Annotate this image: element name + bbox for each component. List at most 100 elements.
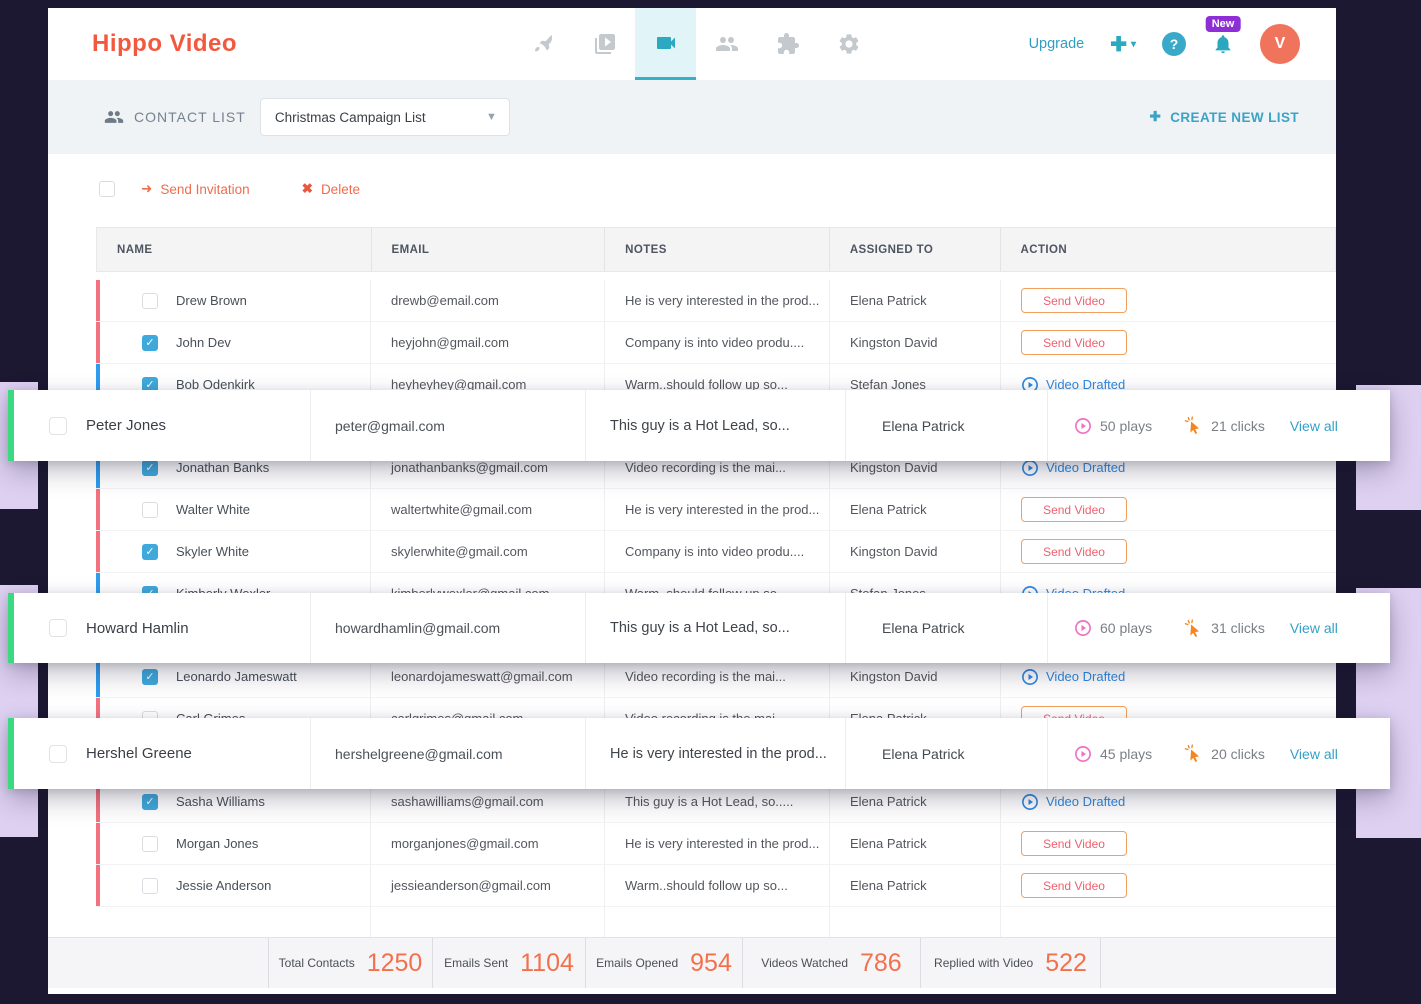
row-checkbox[interactable]: ✓: [142, 335, 158, 351]
clicks-label: 21 clicks: [1211, 418, 1265, 434]
video-drafted-link[interactable]: Video Drafted: [1021, 668, 1125, 686]
play-icon: [1074, 619, 1092, 637]
row-checkbox[interactable]: ✓: [142, 794, 158, 810]
video-drafted-link[interactable]: Video Drafted: [1021, 459, 1125, 477]
table-body: Drew Brown drewb@email.com He is very in…: [96, 272, 1336, 907]
row-checkbox[interactable]: [142, 836, 158, 852]
puzzle-icon: [776, 32, 800, 56]
send-video-button[interactable]: Send Video: [1021, 539, 1127, 564]
contact-email: morganjones@gmail.com: [371, 823, 605, 864]
highlighted-contact-row[interactable]: Peter Jones peter@gmail.com This guy is …: [8, 390, 1390, 461]
row-checkbox[interactable]: ✓: [142, 460, 158, 476]
x-icon: ✖: [302, 181, 313, 197]
highlighted-contact-row[interactable]: Howard Hamlin howardhamlin@gmail.com Thi…: [8, 593, 1390, 663]
send-video-button[interactable]: Send Video: [1021, 497, 1127, 522]
contact-assigned-to: Elena Patrick: [830, 823, 1001, 864]
clicks-label: 31 clicks: [1211, 620, 1265, 636]
play-icon: [1074, 417, 1092, 435]
nav-settings[interactable]: [818, 8, 879, 80]
row-checkbox[interactable]: [142, 502, 158, 518]
row-checkbox[interactable]: ✓: [142, 544, 158, 560]
nav-video-library[interactable]: [574, 8, 635, 80]
send-video-button[interactable]: Send Video: [1021, 831, 1127, 856]
stat-label: Videos Watched: [761, 956, 848, 970]
contact-notes: Warm..should follow up so...: [605, 865, 830, 906]
library-icon: [593, 32, 617, 56]
play-icon: [1021, 668, 1039, 686]
contact-assigned-to: Kingston David: [830, 531, 1001, 572]
send-video-button[interactable]: Send Video: [1021, 873, 1127, 898]
nav-rocket[interactable]: [513, 8, 574, 80]
contact-notes: He is very interested in the prod...: [586, 718, 846, 789]
avatar[interactable]: V: [1260, 24, 1300, 64]
row-checkbox[interactable]: [142, 293, 158, 309]
quick-create-button[interactable]: ✚▾: [1110, 32, 1136, 57]
play-icon: [1021, 459, 1039, 477]
send-invitation-button[interactable]: ➜Send Invitation: [141, 181, 250, 197]
contact-name: Skyler White: [176, 544, 249, 559]
bell-icon: [1212, 33, 1234, 55]
selected-list-name: Christmas Campaign List: [275, 110, 426, 125]
table-row: Walter White waltertwhite@gmail.com He i…: [96, 489, 1336, 531]
plus-icon: ✚: [1110, 32, 1127, 57]
footer-spacer: [48, 938, 268, 988]
contact-name: Sasha Williams: [176, 794, 265, 809]
footer-stat: Emails Sent 1104: [432, 938, 585, 988]
contact-assigned-to: Elena Patrick: [830, 280, 1001, 321]
list-select-dropdown[interactable]: Christmas Campaign List ▼: [260, 98, 510, 136]
contact-list-title: CONTACT LIST: [134, 109, 246, 125]
nav-tools: [513, 8, 879, 80]
contact-assigned-to: Elena Patrick: [846, 718, 1048, 789]
clicks-stat: 20 clicks: [1184, 744, 1265, 763]
contact-action-cell: Send Video: [1001, 823, 1336, 864]
clicks-label: 20 clicks: [1211, 746, 1265, 762]
view-all-link[interactable]: View all: [1290, 746, 1338, 762]
contact-action-cell: Send Video: [1001, 489, 1336, 530]
play-icon: [1021, 793, 1039, 811]
rocket-icon: [532, 32, 556, 56]
stat-value: 954: [690, 949, 732, 978]
plays-label: 50 plays: [1100, 418, 1152, 434]
row-checkbox[interactable]: [49, 417, 67, 435]
send-video-button[interactable]: Send Video: [1021, 288, 1127, 313]
contact-assigned-to: Kingston David: [830, 322, 1001, 363]
footer-end: [1100, 938, 1336, 988]
help-button[interactable]: ?: [1162, 32, 1186, 56]
contact-stats: 60 plays 31 clicks View all: [1048, 593, 1390, 663]
notifications-button[interactable]: New: [1212, 33, 1234, 55]
row-checkbox[interactable]: [49, 745, 67, 763]
view-all-link[interactable]: View all: [1290, 418, 1338, 434]
col-header-assigned-to: ASSIGNED TO: [830, 228, 1001, 271]
highlighted-contact-row[interactable]: Hershel Greene hershelgreene@gmail.com H…: [8, 718, 1390, 789]
contact-name: Walter White: [176, 502, 250, 517]
stat-label: Total Contacts: [279, 956, 355, 970]
nav-integrations[interactable]: [757, 8, 818, 80]
hippo-video-logo: Hippo Video: [92, 30, 237, 58]
plus-icon: ✚: [1150, 109, 1162, 125]
top-nav: Hippo Video Upgrade ✚▾ ? New V: [48, 8, 1336, 80]
row-checkbox[interactable]: [142, 878, 158, 894]
contact-list-header: CONTACT LIST Christmas Campaign List ▼ ✚…: [48, 80, 1336, 154]
video-drafted-link[interactable]: Video Drafted: [1021, 793, 1125, 811]
upgrade-link[interactable]: Upgrade: [1029, 36, 1085, 52]
view-all-link[interactable]: View all: [1290, 620, 1338, 636]
contact-notes: This guy is a Hot Lead, so...: [586, 593, 846, 663]
stat-label: Emails Opened: [596, 956, 678, 970]
gear-icon: [837, 32, 861, 56]
contact-email: heyjohn@gmail.com: [371, 322, 605, 363]
contact-notes: He is very interested in the prod...: [605, 280, 830, 321]
select-all-checkbox[interactable]: [99, 181, 115, 197]
row-checkbox[interactable]: [49, 619, 67, 637]
arrow-right-icon: ➜: [141, 181, 152, 197]
col-header-action: ACTION: [1001, 228, 1335, 271]
delete-button[interactable]: ✖Delete: [302, 181, 360, 197]
contact-name: John Dev: [176, 335, 231, 350]
contact-action-cell: Send Video: [1001, 531, 1336, 572]
row-checkbox[interactable]: ✓: [142, 669, 158, 685]
nav-users[interactable]: [696, 8, 757, 80]
stat-value: 522: [1045, 949, 1087, 978]
footer-stat: Emails Opened 954: [585, 938, 742, 988]
create-new-list-button[interactable]: ✚ CREATE NEW LIST: [1150, 109, 1299, 125]
nav-video-camera[interactable]: [635, 8, 696, 80]
send-video-button[interactable]: Send Video: [1021, 330, 1127, 355]
